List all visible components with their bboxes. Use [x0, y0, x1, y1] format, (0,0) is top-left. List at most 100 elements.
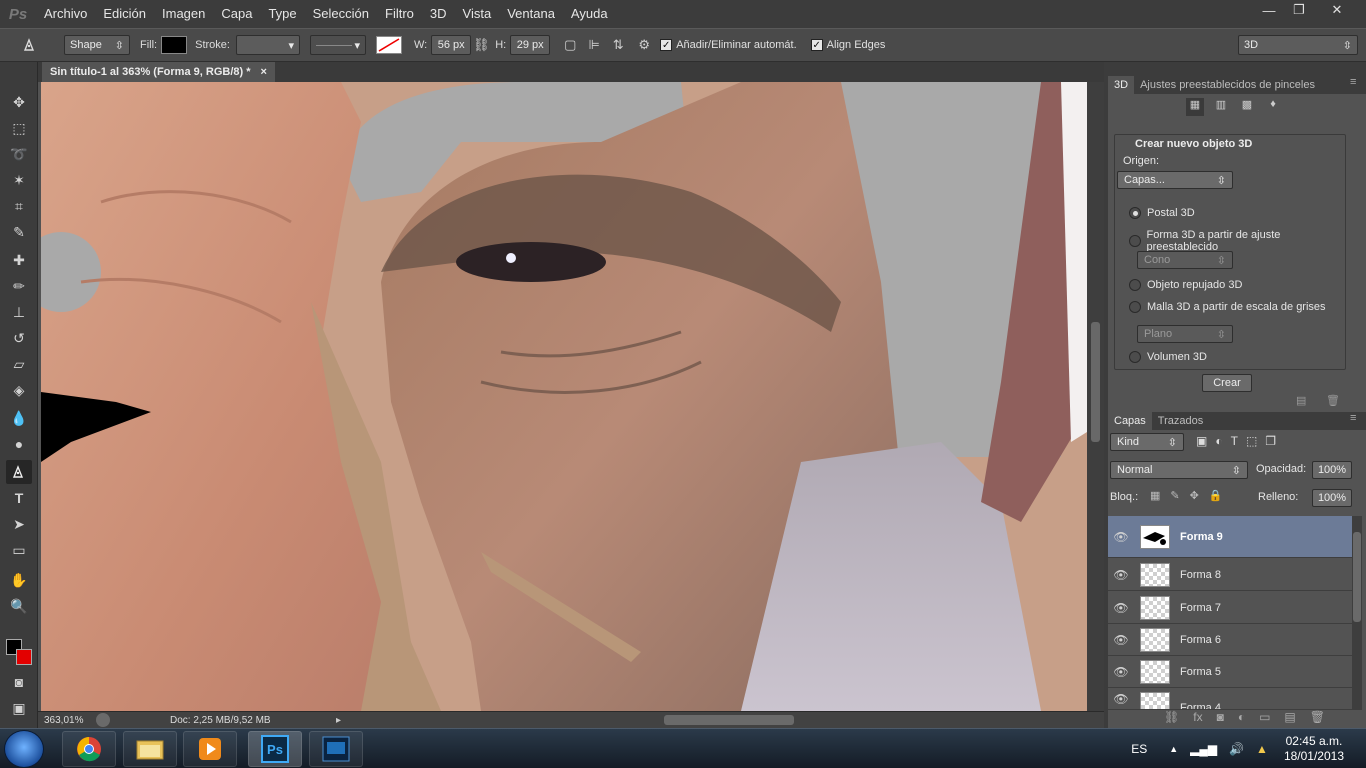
- menu-vista[interactable]: Vista: [455, 0, 500, 28]
- menu-ventana[interactable]: Ventana: [499, 0, 563, 28]
- option-preset-shape[interactable]: Forma 3D a partir de ajuste preestableci…: [1129, 229, 1345, 253]
- radio-volume[interactable]: [1129, 351, 1141, 363]
- layer-row[interactable]: 👁 Forma 7: [1108, 592, 1352, 624]
- drive-icon[interactable]: ▲: [1256, 742, 1268, 756]
- path-alignment-icon[interactable]: ⊫: [584, 35, 604, 55]
- group-folder-icon[interactable]: ▭: [1259, 710, 1270, 724]
- menu-3d[interactable]: 3D: [422, 0, 455, 28]
- auto-add-checkbox[interactable]: ✓: [660, 39, 673, 51]
- tab-layers[interactable]: Capas: [1108, 412, 1152, 430]
- menu-edicion[interactable]: Edición: [95, 0, 154, 28]
- kind-filter-select[interactable]: Kind ⇳: [1110, 433, 1184, 451]
- marquee-tool-icon[interactable]: ⬚: [6, 116, 32, 140]
- fill-input[interactable]: 100%: [1312, 489, 1352, 507]
- eye-icon[interactable]: 👁: [1108, 633, 1134, 647]
- align-edges-checkbox[interactable]: ✓: [810, 39, 823, 51]
- material-icon[interactable]: ▩: [1238, 98, 1256, 116]
- lock-pixels-icon[interactable]: ✎: [1170, 489, 1179, 502]
- adjustment-layer-icon[interactable]: ◐: [1238, 710, 1245, 724]
- dodge-tool-icon[interactable]: ●: [6, 432, 32, 456]
- stroke-swatch[interactable]: ▾: [235, 35, 300, 55]
- screen-mode-icon[interactable]: ▣: [6, 696, 32, 720]
- minimize-button[interactable]: —: [1254, 0, 1284, 20]
- stroke-type-select[interactable]: ▾: [309, 35, 366, 55]
- layers-scrollbar[interactable]: [1352, 516, 1362, 710]
- radio-preset-shape[interactable]: [1129, 235, 1141, 247]
- horizontal-scrollbar[interactable]: [390, 714, 1124, 726]
- type-filter-icon[interactable]: T: [1231, 434, 1238, 448]
- height-input[interactable]: 29 px: [510, 35, 551, 55]
- width-input[interactable]: 56 px: [431, 35, 472, 55]
- option-postal-3d[interactable]: Postal 3D: [1129, 207, 1195, 219]
- adjustment-filter-icon[interactable]: ◐: [1215, 434, 1222, 448]
- document-tab[interactable]: Sin título-1 al 363% (Forma 9, RGB/8) * …: [42, 62, 275, 82]
- status-arrow-icon[interactable]: ▸: [336, 715, 341, 726]
- path-selection-tool-icon[interactable]: ➤: [6, 512, 32, 536]
- trash-icon[interactable]: 🗑: [1326, 394, 1340, 407]
- background-color-swatch[interactable]: [16, 649, 32, 665]
- language-indicator[interactable]: ES: [1131, 742, 1147, 756]
- radio-grayscale-mesh[interactable]: [1129, 301, 1141, 313]
- layer-row[interactable]: 👁 Forma 4: [1108, 688, 1352, 710]
- close-button[interactable]: ✕: [1314, 0, 1360, 20]
- radio-extrusion[interactable]: [1129, 279, 1141, 291]
- shape-filter-icon[interactable]: ⬚: [1246, 434, 1257, 448]
- eye-icon[interactable]: 👁: [1108, 530, 1134, 544]
- smart-object-filter-icon[interactable]: ❐: [1265, 434, 1276, 448]
- tab-paths[interactable]: Trazados: [1152, 412, 1209, 430]
- menu-imagen[interactable]: Imagen: [154, 0, 213, 28]
- horizontal-scroll-thumb[interactable]: [664, 715, 794, 725]
- close-tab-icon[interactable]: ×: [261, 66, 267, 78]
- chrome-taskbar-button[interactable]: [62, 731, 116, 767]
- link-layers-icon[interactable]: ⛓: [1164, 710, 1179, 724]
- eyedropper-tool-icon[interactable]: ✎: [6, 220, 32, 244]
- menu-archivo[interactable]: Archivo: [36, 0, 95, 28]
- brush-tool-icon[interactable]: ✏: [6, 274, 32, 298]
- eye-icon[interactable]: 👁: [1108, 568, 1134, 582]
- layer-row[interactable]: 👁 Forma 9: [1108, 516, 1352, 558]
- eraser-tool-icon[interactable]: ▱: [6, 352, 32, 376]
- path-arrangement-icon[interactable]: ⇅: [608, 35, 628, 55]
- layers-scroll-thumb[interactable]: [1353, 532, 1361, 622]
- photoshop-taskbar-button[interactable]: Ps: [248, 731, 302, 767]
- eye-icon[interactable]: 👁: [1108, 601, 1134, 615]
- media-player-taskbar-button[interactable]: [183, 731, 237, 767]
- workspace-select[interactable]: 3D ⇳: [1238, 35, 1358, 55]
- option-volume[interactable]: Volumen 3D: [1129, 351, 1207, 363]
- stroke-color-swatch[interactable]: [375, 36, 402, 54]
- menu-capa[interactable]: Capa: [213, 0, 260, 28]
- eye-icon[interactable]: 👁: [1108, 692, 1134, 706]
- opacity-input[interactable]: 100%: [1312, 461, 1352, 479]
- type-tool-icon[interactable]: T: [6, 486, 32, 510]
- pixel-filter-icon[interactable]: ▣: [1196, 434, 1207, 448]
- option-grayscale-mesh[interactable]: Malla 3D a partir de escala de grises: [1129, 301, 1326, 313]
- link-icon[interactable]: ⛓: [471, 35, 491, 55]
- blur-tool-icon[interactable]: 💧: [6, 406, 32, 430]
- vertical-scroll-thumb[interactable]: [1091, 322, 1100, 442]
- panel-menu-icon[interactable]: ≡: [1350, 76, 1356, 88]
- origin-select[interactable]: Capas... ⇳: [1117, 171, 1233, 189]
- tool-mode-select[interactable]: Shape ⇳: [64, 35, 130, 55]
- start-button[interactable]: [4, 730, 44, 768]
- document-canvas[interactable]: [41, 82, 1087, 711]
- explorer-taskbar-button[interactable]: [123, 731, 177, 767]
- add-mask-icon[interactable]: ◙: [1217, 710, 1224, 724]
- scene-icon[interactable]: ▦: [1186, 98, 1204, 116]
- delete-layer-icon[interactable]: 🗑: [1310, 710, 1325, 724]
- magic-wand-tool-icon[interactable]: ✶: [6, 168, 32, 192]
- status-menu-icon[interactable]: [96, 713, 110, 727]
- menu-filtro[interactable]: Filtro: [377, 0, 422, 28]
- pen-tool-icon[interactable]: [6, 460, 32, 484]
- path-operations-icon[interactable]: ▢: [560, 35, 580, 55]
- blend-mode-select[interactable]: Normal ⇳: [1110, 461, 1248, 479]
- radio-postal-3d[interactable]: [1129, 207, 1141, 219]
- clock[interactable]: 02:45 a.m. 18/01/2013: [1284, 734, 1344, 764]
- hand-tool-icon[interactable]: ✋: [6, 568, 32, 592]
- layer-row[interactable]: 👁 Forma 6: [1108, 624, 1352, 656]
- pen-tool-preset-icon[interactable]: [20, 35, 40, 55]
- volume-icon[interactable]: 🔊: [1229, 742, 1244, 756]
- move-tool-icon[interactable]: ✥: [6, 90, 32, 114]
- tab-brush-presets[interactable]: Ajustes preestablecidos de pinceles: [1134, 76, 1321, 94]
- mesh-icon[interactable]: ▥: [1212, 98, 1230, 116]
- restore-button[interactable]: ❐: [1284, 0, 1314, 20]
